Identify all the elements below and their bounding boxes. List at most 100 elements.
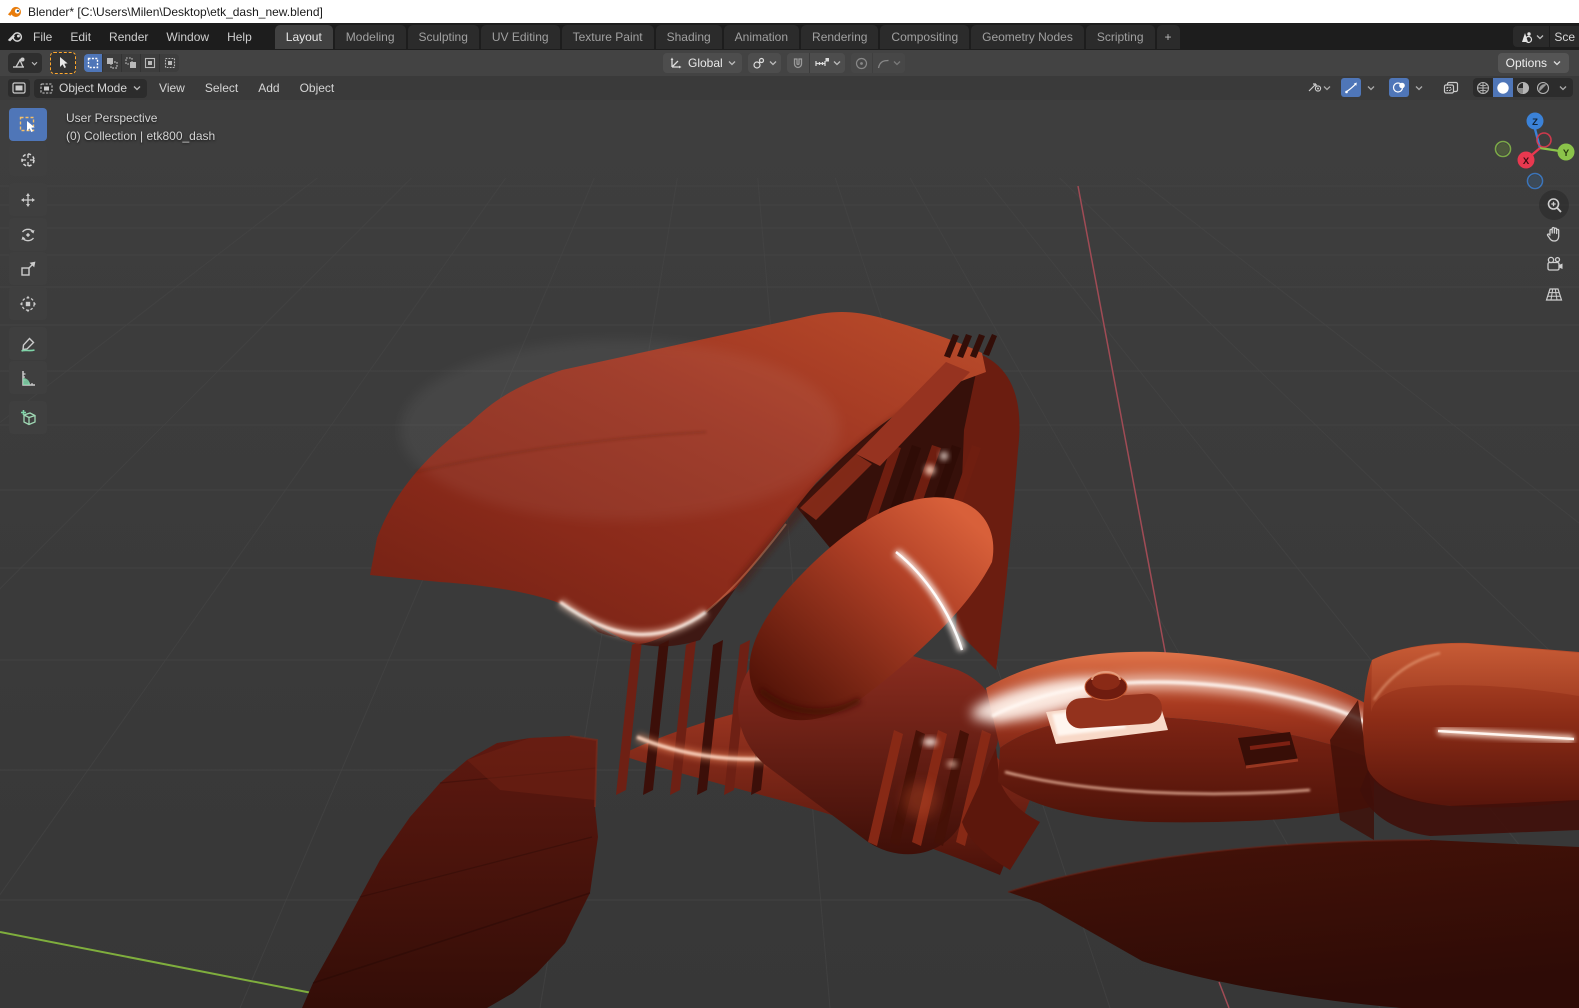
options-button[interactable]: Options [1497,53,1569,73]
select-box-icon [19,116,35,132]
proportional-falloff-dropdown[interactable] [871,53,905,73]
menu-edit[interactable]: Edit [61,26,100,48]
selection-mode-group [84,54,179,72]
viewport-editor-icon [12,82,26,94]
snap-toggle-button[interactable] [786,53,809,73]
show-overlays-toggle[interactable] [1389,78,1409,97]
pan-button[interactable] [1539,219,1569,249]
tab-scripting[interactable]: Scripting [1085,24,1155,49]
tab-modeling[interactable]: Modeling [334,24,406,49]
tool-add-cube[interactable] [9,401,47,434]
tab-texture-paint[interactable]: Texture Paint [561,24,654,49]
chevron-down-icon [833,61,841,66]
transform-icon [19,295,37,312]
mode-label: Object Mode [59,81,128,95]
pivot-point-dropdown[interactable] [747,53,781,73]
toggle-ortho-button[interactable] [1539,279,1569,309]
menu-render[interactable]: Render [100,26,157,48]
object-visibility-dropdown[interactable] [1305,78,1333,97]
tool-settings-icon [13,57,25,68]
tab-animation[interactable]: Animation [723,24,800,49]
chevron-down-icon [1323,85,1331,90]
gizmo-z-axis[interactable]: Z [1526,112,1544,130]
view-perspective-label: User Perspective [66,111,158,125]
tool-cursor[interactable] [9,143,47,176]
viewport-3d[interactable]: User Perspective (0) Collection | etk800… [0,100,1579,1008]
tool-select-box[interactable] [9,108,47,141]
chevron-down-icon [1553,61,1561,66]
tool-settings-bar: Global Options [0,50,1579,76]
tool-rotate[interactable] [9,218,47,251]
scene-browse-button[interactable] [1513,26,1549,47]
falloff-curve-icon [877,59,889,68]
snap-increment-icon [815,57,829,66]
menu-view[interactable]: View [151,78,193,98]
editor-type-button[interactable] [8,79,30,97]
menu-help[interactable]: Help [218,26,261,48]
viewport-header: Object Mode View Select Add Object [0,76,1579,100]
orientation-label: Global [688,56,723,70]
menu-add[interactable]: Add [250,78,287,98]
tab-rendering[interactable]: Rendering [801,24,879,49]
selection-mode-subtract[interactable] [122,54,141,72]
tool-scale[interactable] [9,252,47,285]
add-cube-icon [20,410,36,426]
mode-dropdown[interactable]: Object Mode [34,78,148,98]
scale-icon [21,261,36,276]
navigation-gizmo[interactable]: Z Y X [1482,108,1578,200]
active-tool-dropdown[interactable] [8,53,42,73]
add-workspace-button[interactable]: + [1156,24,1180,49]
shading-solid-button[interactable] [1493,78,1513,97]
blender-logo-icon[interactable] [6,30,24,44]
orientation-axes-icon [670,57,682,69]
annotate-pen-icon [21,336,35,352]
tool-measure[interactable] [9,361,47,394]
shading-material-button[interactable] [1513,78,1533,97]
transform-orientation-dropdown[interactable]: Global [663,53,742,73]
tab-sculpting[interactable]: Sculpting [407,24,479,49]
viewport-info-overlay: User Perspective (0) Collection | etk800… [66,109,215,145]
tab-shading[interactable]: Shading [655,24,722,49]
shading-wireframe-button[interactable] [1473,78,1493,97]
chevron-down-icon [1367,85,1375,90]
viewport-3d-model [0,100,1579,1008]
shading-dropdown[interactable] [1553,78,1573,97]
gizmos-dropdown[interactable] [1361,78,1381,97]
menu-object[interactable]: Object [292,78,343,98]
selection-mode-intersect[interactable] [160,54,179,72]
zoom-button[interactable] [1539,190,1569,220]
solid-shading-icon [1497,81,1509,94]
camera-view-button[interactable] [1539,249,1569,279]
proportional-editing-button[interactable] [850,53,872,73]
scene-name[interactable]: Sce [1550,30,1579,44]
snap-target-dropdown[interactable] [808,53,845,73]
selection-mode-new[interactable] [84,54,103,72]
chevron-down-icon [893,61,901,66]
tab-uv-editing[interactable]: UV Editing [480,24,560,49]
selection-mode-invert[interactable] [141,54,160,72]
xray-toggle[interactable] [1441,78,1461,97]
camera-icon [1546,256,1562,271]
tab-compositing[interactable]: Compositing [880,24,970,49]
menu-window[interactable]: Window [157,26,218,48]
overlays-dropdown[interactable] [1409,78,1429,97]
overlays-icon [1392,82,1405,93]
tool-move[interactable] [9,183,47,216]
tool-annotate[interactable] [9,327,47,360]
scene-selector[interactable]: Sce [1513,26,1579,47]
select-box-tool-button[interactable] [50,52,76,74]
selection-mode-extend[interactable] [103,54,122,72]
gizmo-x-axis[interactable]: X [1517,151,1535,169]
menu-file[interactable]: File [24,26,61,48]
gizmo-icon [1344,82,1357,94]
tool-transform[interactable] [9,287,47,320]
menu-select[interactable]: Select [197,78,246,98]
shading-rendered-button[interactable] [1533,78,1553,97]
scene-icon [1522,31,1533,43]
chevron-down-icon [31,61,38,66]
tab-layout[interactable]: Layout [274,24,333,49]
svg-text:Z: Z [1532,117,1538,128]
show-gizmos-toggle[interactable] [1341,78,1361,97]
tab-geometry-nodes[interactable]: Geometry Nodes [971,24,1084,49]
gizmo-y-axis[interactable]: Y [1557,143,1575,161]
